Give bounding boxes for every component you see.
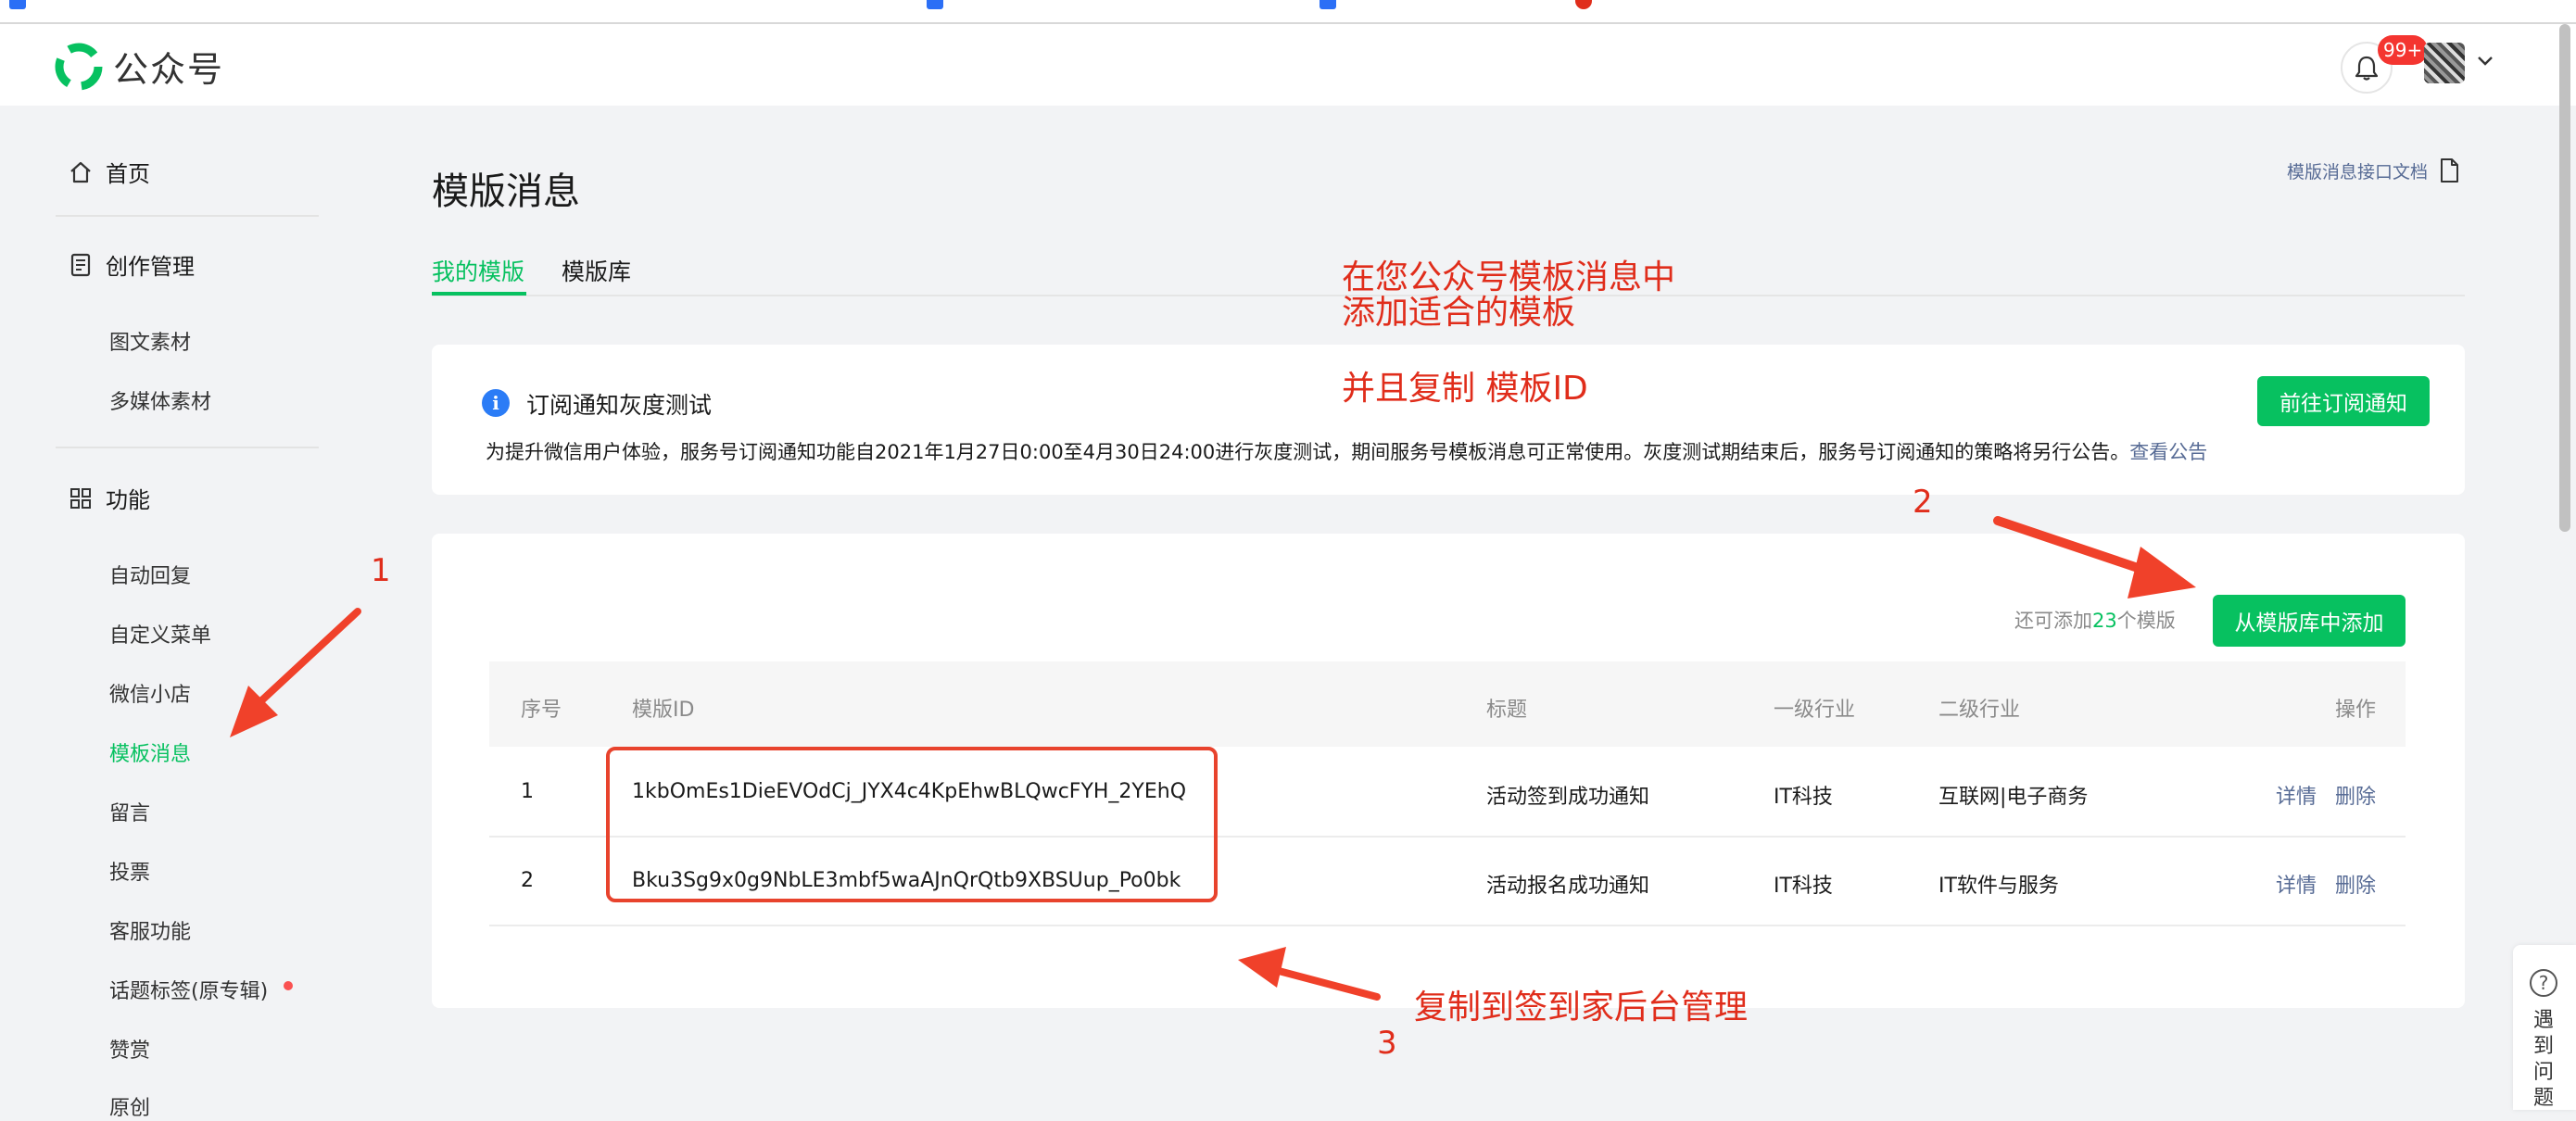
page-scrollbar[interactable]: [2559, 24, 2570, 532]
annotation-arrow-1-icon: [230, 608, 361, 737]
annotation-arrow-2-icon: [1993, 516, 2196, 598]
help-label[interactable]: 遇到问题: [2533, 1008, 2556, 1112]
annotation-arrows: [230, 516, 2196, 1001]
question-icon: ?: [2530, 969, 2557, 997]
annotation-arrow-3-icon: [1238, 947, 1381, 1001]
